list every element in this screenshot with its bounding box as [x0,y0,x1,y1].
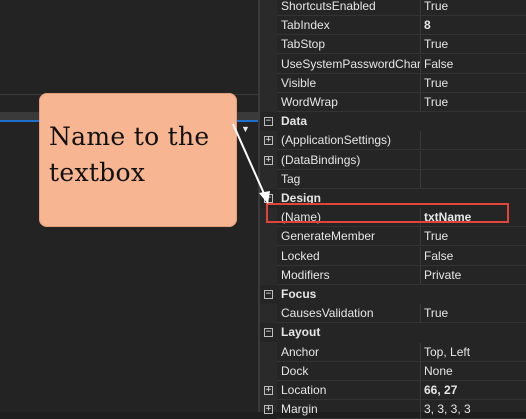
property-name: TabStop [281,37,326,52]
property-name: (ApplicationSettings) [281,133,392,148]
property-row[interactable]: + (DataBindings) [260,150,526,170]
expand-icon[interactable]: + [264,386,273,395]
property-name: Dock [281,363,309,378]
property-row[interactable]: Anchor Top, Left [260,342,526,362]
collapse-icon[interactable]: − [264,117,273,127]
property-value[interactable]: False [424,55,453,74]
collapse-icon[interactable]: − [264,194,273,203]
property-value[interactable]: False [424,247,453,266]
property-row[interactable]: TabStop True [260,35,526,55]
property-value[interactable]: txtName [424,208,471,227]
expand-icon[interactable]: + [264,405,273,415]
column-separator[interactable] [420,93,421,112]
category-label: Layout [281,325,321,340]
property-name: Anchor [281,344,320,359]
property-name: CausesValidation [281,306,374,321]
property-row[interactable]: Tag [260,169,526,189]
property-row[interactable]: + Location 66, 27 [260,381,526,400]
property-category[interactable]: − Data [260,112,526,132]
property-value[interactable]: True [424,74,448,93]
property-value[interactable]: True [424,0,448,16]
column-separator[interactable] [420,400,421,419]
property-row[interactable]: (Name) txtName [260,208,526,228]
column-separator[interactable] [420,361,421,381]
property-row[interactable]: CausesValidation True [260,304,526,324]
property-name: Modifiers [281,267,330,282]
property-row[interactable]: Locked False [260,246,526,266]
property-category[interactable]: − Layout [260,323,526,343]
collapse-icon[interactable]: − [264,290,273,299]
property-name: Locked [281,248,320,263]
property-name: Tag [281,171,301,186]
annotation-callout: Name to the textbox [39,93,237,227]
column-separator[interactable] [420,54,421,74]
property-row[interactable]: UseSystemPasswordChar False [260,54,526,74]
property-category[interactable]: − Focus [260,285,526,304]
property-value[interactable]: True [424,227,448,246]
property-row[interactable]: Visible True [260,73,526,93]
column-separator[interactable] [420,265,421,285]
property-name: UseSystemPasswordChar [281,56,422,71]
property-row[interactable]: TabIndex 8 [260,16,526,36]
column-separator[interactable] [420,169,421,189]
category-label: Design [281,191,322,205]
callout-text: Name to the textbox [49,122,210,187]
column-separator[interactable] [420,150,421,170]
property-name: ShortcutsEnabled [281,0,376,13]
properties-grid[interactable]: ShortcutsEnabled True TabIndex 8 TabStop True… [260,0,526,419]
property-name: Visible [281,75,317,90]
expand-icon[interactable]: + [264,136,273,146]
property-value[interactable]: Private [424,266,461,285]
property-name: TabIndex [281,18,330,33]
property-category[interactable]: − Design [260,189,526,208]
property-value[interactable]: True [424,93,448,112]
property-name: Location [281,383,327,397]
property-name: (DataBindings) [281,152,361,167]
property-name: Margin [281,402,318,417]
category-label: Focus [281,287,317,301]
smart-tag-dropdown-icon[interactable]: ▼ [241,124,250,134]
expand-icon[interactable]: + [264,155,273,165]
property-value[interactable]: 3, 3, 3, 3 [424,400,471,419]
property-row[interactable]: Dock None [260,361,526,381]
property-row[interactable]: + (ApplicationSettings) [260,131,526,151]
property-name: WordWrap [281,95,338,109]
column-separator[interactable] [420,35,421,55]
category-label: Data [281,114,308,129]
property-name: GenerateMember [281,229,376,244]
column-separator[interactable] [420,227,421,247]
property-value[interactable]: None [424,362,453,381]
column-separator[interactable] [420,131,421,151]
column-separator[interactable] [420,0,421,16]
column-separator[interactable] [420,208,421,228]
column-separator[interactable] [420,246,421,266]
property-row[interactable]: Modifiers Private [260,265,526,285]
property-value[interactable]: True [424,35,448,54]
property-name: (Name) [281,210,322,225]
property-row[interactable]: GenerateMember True [260,227,526,247]
property-value[interactable]: Top, Left [424,343,470,362]
column-separator[interactable] [420,342,421,362]
property-row[interactable]: ShortcutsEnabled True [260,0,526,16]
column-separator[interactable] [420,16,421,36]
property-value[interactable]: 66, 27 [424,381,457,400]
column-separator[interactable] [420,73,421,93]
property-value[interactable]: True [424,304,448,323]
collapse-icon[interactable]: − [264,328,273,338]
property-value[interactable]: 8 [424,16,431,35]
column-separator[interactable] [420,304,421,324]
column-separator[interactable] [420,381,421,400]
property-row[interactable]: + Margin 3, 3, 3, 3 [260,400,526,419]
property-row[interactable]: WordWrap True [260,93,526,112]
